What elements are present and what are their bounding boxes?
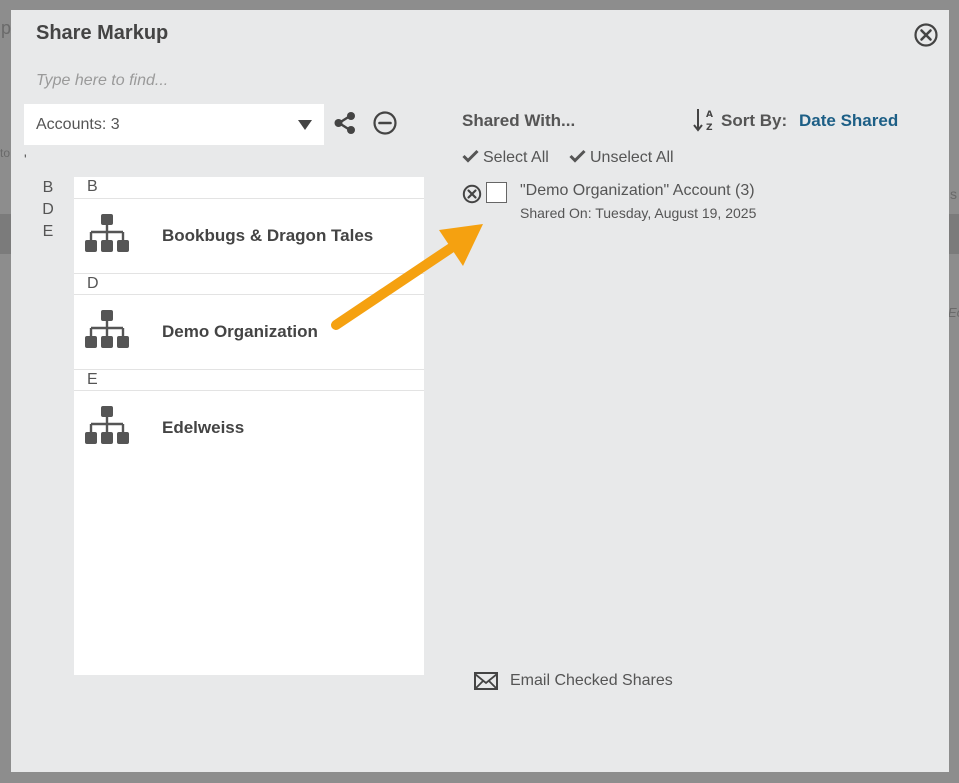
envelope-icon: [474, 672, 498, 690]
background-text-top: p: [1, 18, 12, 38]
account-name: Edelweiss: [162, 418, 245, 437]
list-item-demo-organization[interactable]: Demo Organization: [74, 295, 424, 369]
svg-text:A: A: [706, 110, 713, 120]
share-checkbox[interactable]: [486, 182, 507, 203]
background-text-right-2: Eo: [948, 305, 959, 320]
account-name: Demo Organization: [162, 322, 318, 341]
unselect-all-button[interactable]: Unselect All: [569, 149, 674, 167]
alpha-index-e[interactable]: E: [42, 221, 54, 243]
dialog-title: Share Markup: [36, 22, 169, 44]
sort-alpha-icon: A Z: [693, 109, 713, 133]
checkmark-icon: [569, 149, 586, 163]
group-header-b: B: [74, 177, 424, 199]
remove-share-icon[interactable]: [462, 184, 482, 204]
organization-icon: [85, 214, 129, 252]
unselect-all-label: Unselect All: [590, 149, 674, 166]
checkmark-icon: [462, 149, 479, 163]
group-header-e: E: [74, 369, 424, 391]
email-checked-shares-label: Email Checked Shares: [510, 672, 673, 689]
share-markup-dialog: Share Markup Type here to find... Accoun…: [11, 10, 949, 772]
share-icon[interactable]: [333, 111, 357, 135]
list-item-edelweiss[interactable]: Edelweiss: [74, 391, 424, 465]
list-item-bookbugs[interactable]: Bookbugs & Dragon Tales: [74, 199, 424, 273]
background-text-left: to: [0, 146, 11, 160]
sort-by-value[interactable]: Date Shared: [799, 111, 898, 131]
shared-with-heading: Shared With...: [462, 111, 576, 130]
organization-icon: [85, 406, 129, 444]
background-text-right: s: [950, 186, 957, 202]
account-name: Bookbugs & Dragon Tales: [162, 226, 374, 245]
share-entry: "Demo Organization" Account (3) Shared O…: [462, 181, 922, 225]
account-list: B Bookbugs & Dragon Tales D Demo Organiz…: [74, 177, 424, 675]
group-header-d: D: [74, 273, 424, 295]
alpha-index-b[interactable]: B: [42, 177, 54, 199]
organization-icon: [85, 310, 129, 348]
accounts-dropdown[interactable]: Accounts: 3: [24, 104, 324, 145]
close-icon[interactable]: [913, 22, 939, 48]
background-bar-right: [949, 214, 959, 254]
accounts-dropdown-value: Accounts: 3: [36, 116, 120, 133]
alpha-index-d[interactable]: D: [42, 199, 54, 221]
svg-text:Z: Z: [706, 123, 713, 133]
select-all-label: Select All: [483, 149, 549, 166]
chevron-down-icon: [298, 120, 312, 130]
remove-circle-icon[interactable]: [372, 110, 398, 136]
sort-by-label: Sort By:: [721, 111, 788, 130]
select-all-button[interactable]: Select All: [462, 149, 549, 167]
alphabet-index: B D E: [42, 177, 54, 243]
share-date: Shared On: Tuesday, August 19, 2025: [520, 205, 757, 221]
stray-mark: ': [24, 151, 27, 167]
share-account-name: "Demo Organization" Account (3): [520, 182, 755, 199]
search-input[interactable]: Type here to find...: [36, 72, 168, 90]
background-bar-left: [0, 214, 11, 254]
